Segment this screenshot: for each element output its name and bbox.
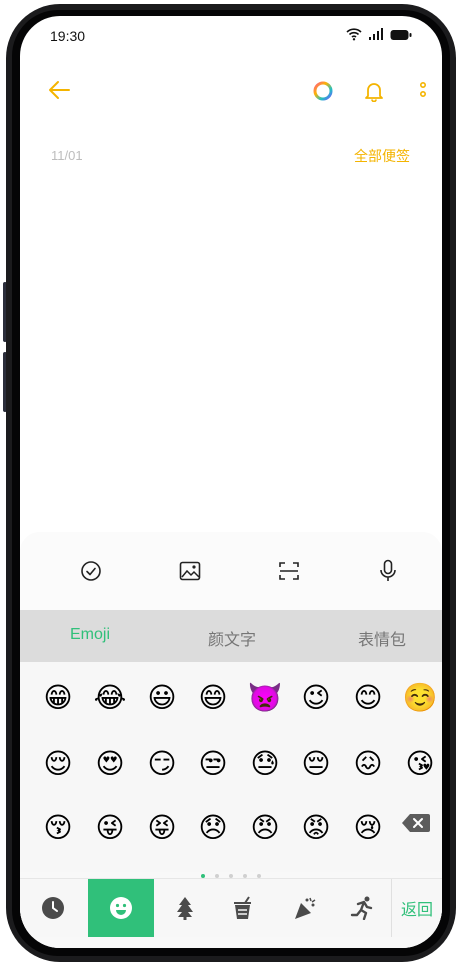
- tab-emoji[interactable]: Emoji: [70, 626, 110, 644]
- image-icon[interactable]: [175, 556, 205, 586]
- tree-icon[interactable]: [152, 879, 218, 937]
- emoji-key[interactable]: 😄: [195, 680, 231, 716]
- mic-icon[interactable]: [373, 556, 403, 586]
- status-time: 19:30: [50, 28, 86, 44]
- smiley-icon[interactable]: [88, 879, 154, 937]
- battery-icon: [390, 28, 412, 46]
- status-icons: [346, 27, 412, 46]
- back-button[interactable]: 返回: [391, 879, 442, 937]
- emoji-category-bar: 返回: [20, 878, 442, 937]
- back-arrow-icon[interactable]: [48, 80, 70, 105]
- emoji-key[interactable]: 😂: [92, 680, 128, 716]
- bell-icon[interactable]: [363, 80, 385, 107]
- tab-stickers[interactable]: 表情包: [358, 626, 406, 650]
- emoji-key[interactable]: 😌: [40, 746, 76, 782]
- emoji-key[interactable]: 😚: [40, 810, 76, 846]
- tab-kaomoji[interactable]: 颜文字: [208, 626, 256, 650]
- emoji-key[interactable]: 😓: [247, 746, 283, 782]
- runner-icon[interactable]: [334, 879, 392, 937]
- note-tools-bar: [20, 532, 442, 610]
- note-date: 11/01: [51, 148, 83, 163]
- phone-frame: 19:30 11/01 全部便签 Emoji 颜文字 表情包 😁 😂 😃 😄 👿…: [0, 0, 462, 967]
- emoji-key[interactable]: 😖: [350, 746, 386, 782]
- check-circle-icon[interactable]: [76, 556, 106, 586]
- emoji-key[interactable]: ☺️: [402, 680, 438, 716]
- emoji-key[interactable]: 😘: [402, 746, 438, 782]
- emoji-key[interactable]: 😍: [92, 746, 128, 782]
- emoji-key[interactable]: 😞: [195, 810, 231, 846]
- emoji-key[interactable]: 😃: [144, 680, 180, 716]
- backspace-icon[interactable]: [401, 812, 431, 834]
- clock-icon[interactable]: [20, 879, 86, 937]
- wifi-icon: [346, 27, 362, 46]
- emoji-key[interactable]: 😒: [195, 746, 231, 782]
- emoji-key[interactable]: 😔: [298, 746, 334, 782]
- food-icon[interactable]: [210, 879, 276, 937]
- emoji-key[interactable]: 😏: [144, 746, 180, 782]
- emoji-grid: 😁 😂 😃 😄 👿 😉 😊 ☺️ 😌 😍 😏 😒 😓 😔 😖 😘 😚 😜 😝 😞 😠 😡 😢: [20, 662, 442, 872]
- emoji-key[interactable]: 😁: [40, 680, 76, 716]
- status-bar: 19:30: [20, 16, 442, 56]
- emoji-key[interactable]: 😜: [92, 810, 128, 846]
- emoji-key[interactable]: 😝: [144, 810, 180, 846]
- scan-icon[interactable]: [274, 556, 304, 586]
- emoji-key[interactable]: 😠: [247, 810, 283, 846]
- color-ring-icon[interactable]: [312, 80, 334, 107]
- more-vertical-icon[interactable]: [418, 80, 428, 107]
- emoji-key[interactable]: 👿: [247, 680, 283, 716]
- emoji-key[interactable]: 😉: [298, 680, 334, 716]
- emoji-panel: Emoji 颜文字 表情包 😁 😂 😃 😄 👿 😉 😊 ☺️ 😌 😍 😏 😒 😓 😔 😖 😘 😚 😜 😝 😞 😠 😡 😢: [20, 532, 442, 948]
- emoji-key[interactable]: 😡: [298, 810, 334, 846]
- emoji-tabs: Emoji 颜文字 表情包: [20, 610, 442, 662]
- signal-icon: [368, 27, 384, 46]
- party-icon[interactable]: [272, 879, 338, 937]
- emoji-key[interactable]: 😊: [350, 680, 386, 716]
- emoji-key[interactable]: 😢: [350, 810, 386, 846]
- screen: 19:30 11/01 全部便签 Emoji 颜文字 表情包 😁 😂 😃 😄 👿…: [20, 16, 442, 948]
- all-notes-link[interactable]: 全部便签: [354, 146, 410, 166]
